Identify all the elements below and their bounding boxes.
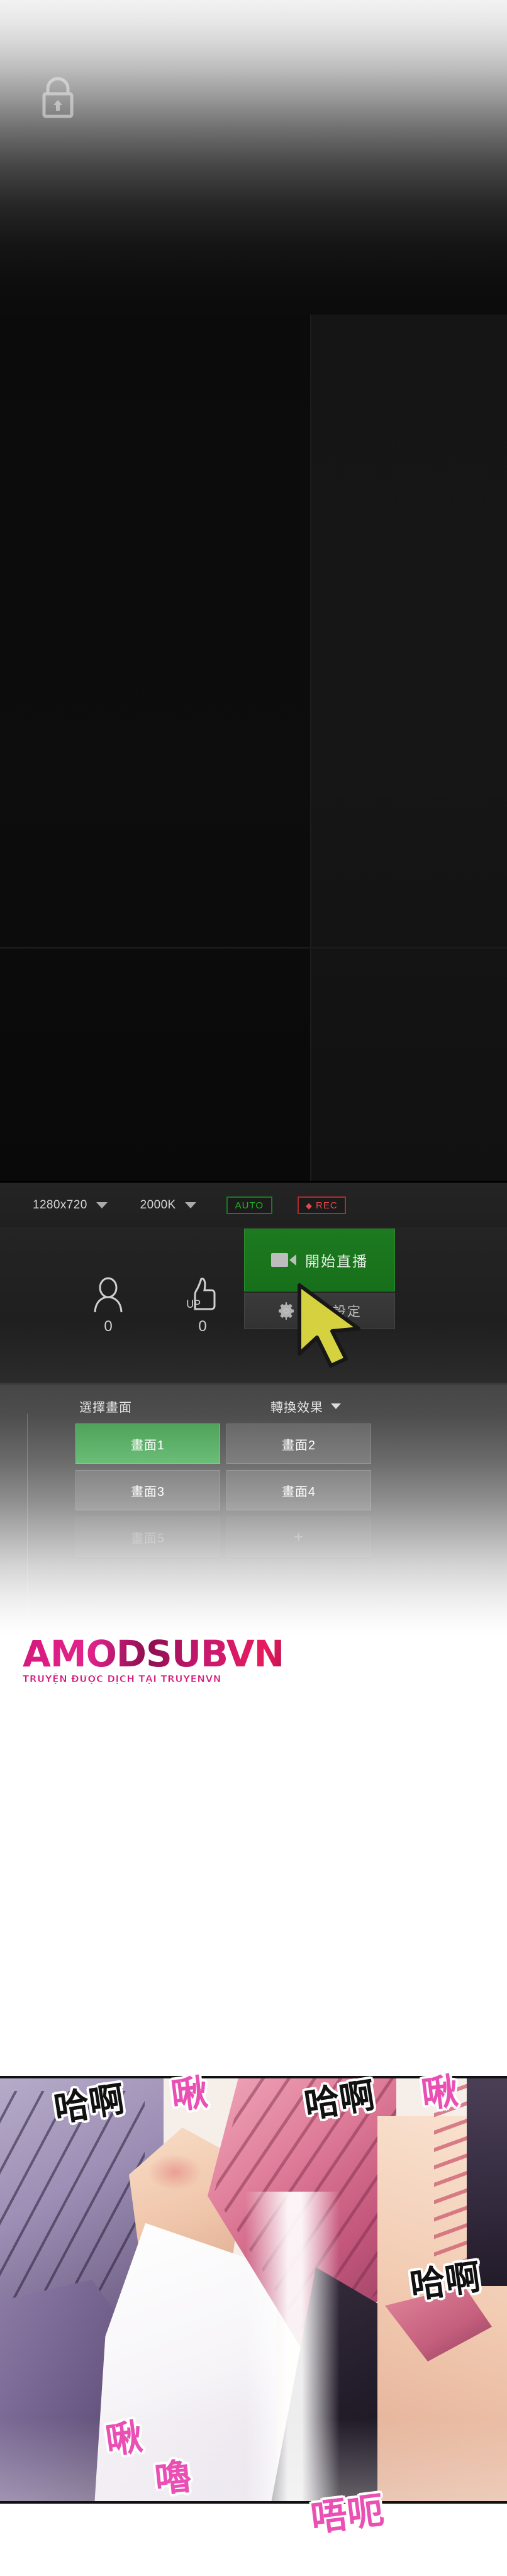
- watermark-title: AMODSUBVN: [23, 1636, 507, 1672]
- transition-effect-label: 轉換效果: [270, 1401, 323, 1415]
- transition-effect-select[interactable]: 轉換效果: [270, 1397, 341, 1415]
- scene-select-panel: 選擇畫面 轉換效果 畫面1 畫面2 畫面3 畫面4 畫面5 +: [0, 1385, 507, 1636]
- scene-button[interactable]: 畫面4: [226, 1470, 371, 1510]
- scene-button-label: 畫面3: [130, 1485, 165, 1499]
- resolution-select[interactable]: 1280x720: [33, 1198, 108, 1212]
- art-right-dark-hair: [467, 2078, 507, 2286]
- white-gutter: [0, 1711, 507, 2076]
- preview-left-half: [0, 315, 311, 1183]
- scene-button[interactable]: 畫面3: [75, 1470, 220, 1510]
- chevron-down-icon: [96, 1202, 108, 1208]
- scene-button-label: 畫面2: [281, 1438, 316, 1452]
- resolution-value: 1280x720: [33, 1198, 87, 1212]
- video-camera-icon: [271, 1253, 296, 1267]
- preview-divider: [310, 315, 311, 1183]
- viewer-count-stat: 0: [70, 1274, 146, 1335]
- scene-button-label: 畫面1: [130, 1438, 165, 1452]
- stream-settings-button[interactable]: 直播設定: [244, 1293, 395, 1329]
- art-left-blush: [148, 2154, 202, 2190]
- scene-button-label: 畫面5: [130, 1531, 165, 1546]
- preview-band: [0, 947, 507, 949]
- stream-toolbar: 1280x720 2000K AUTO ◆ REC: [0, 1181, 507, 1227]
- top-fade-panel: [0, 0, 507, 333]
- like-count-stat: UP 0: [165, 1274, 240, 1335]
- svg-text:UP: UP: [186, 1298, 201, 1311]
- rec-badge[interactable]: ◆ REC: [298, 1196, 346, 1214]
- rec-badge-label: REC: [316, 1200, 338, 1211]
- add-scene-button[interactable]: +: [226, 1517, 371, 1557]
- start-live-stream-button[interactable]: 開始直播: [244, 1229, 395, 1291]
- sfx-text: 唔呃: [308, 2489, 386, 2540]
- like-count-value: 0: [198, 1318, 207, 1335]
- sfx-text: 哈啊: [301, 2075, 378, 2127]
- scene-select-label: 選擇畫面: [79, 1401, 132, 1415]
- start-live-stream-label: 開始直播: [305, 1253, 368, 1269]
- person-icon: [70, 1274, 146, 1313]
- bitrate-select[interactable]: 2000K: [140, 1198, 196, 1212]
- art-bottom-haze: [0, 2418, 507, 2501]
- sfx-text: 啾: [419, 2069, 460, 2117]
- watermark: AMODSUBVN TRUYỆN ĐƯỢC DỊCH TẠI TRUYENVN: [0, 1636, 507, 1711]
- scene-button[interactable]: 畫面1: [75, 1424, 220, 1464]
- bottom-white-gutter: [0, 2504, 507, 2576]
- auto-badge-label: AUTO: [235, 1200, 264, 1211]
- sfx-text: 啾: [169, 2070, 210, 2118]
- lock-icon: [39, 75, 77, 120]
- scene-button-label: 畫面4: [281, 1485, 316, 1499]
- thumbs-up-icon: UP: [165, 1274, 240, 1313]
- stream-settings-label: 直播設定: [304, 1305, 362, 1319]
- scene-button-grid: 畫面1 畫面2 畫面3 畫面4 畫面5 +: [75, 1424, 371, 1557]
- gear-icon: [279, 1302, 294, 1320]
- sfx-text: 嚕: [152, 2455, 194, 2501]
- scene-button[interactable]: 畫面2: [226, 1424, 371, 1464]
- auto-badge[interactable]: AUTO: [226, 1196, 273, 1214]
- bitrate-value: 2000K: [140, 1198, 176, 1212]
- chevron-down-icon: [331, 1403, 341, 1409]
- sfx-text: 啾: [103, 2415, 145, 2463]
- viewer-count-value: 0: [104, 1318, 113, 1335]
- chevron-down-icon: [184, 1202, 196, 1208]
- record-dot-icon: ◆: [306, 1200, 313, 1210]
- stream-preview-area: [0, 315, 507, 1183]
- scene-panel-rail: [0, 1413, 28, 1621]
- sfx-text: 哈啊: [407, 2256, 483, 2307]
- scene-button[interactable]: 畫面5: [75, 1517, 220, 1557]
- add-scene-label: +: [293, 1527, 304, 1546]
- sfx-text: 哈啊: [51, 2078, 128, 2131]
- preview-right-half: [311, 315, 507, 1183]
